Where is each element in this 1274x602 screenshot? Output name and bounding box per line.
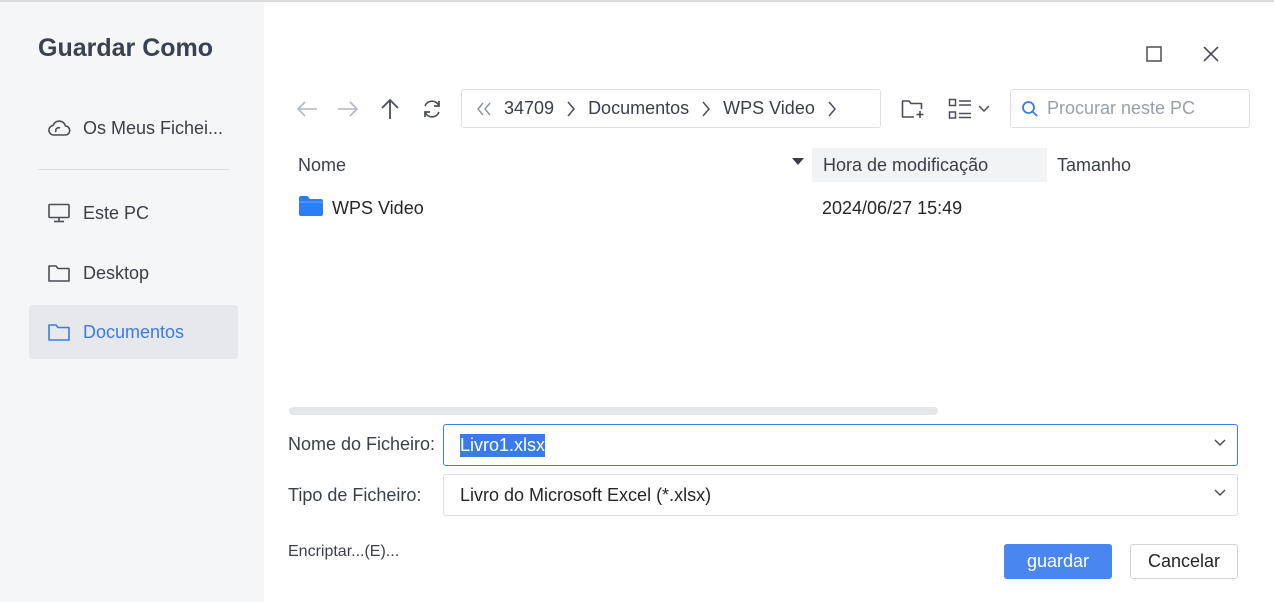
sidebar-item-this-pc[interactable]: Este PC (29, 186, 238, 240)
arrow-right-icon (338, 101, 359, 117)
breadcrumb-item[interactable]: Documentos (588, 98, 689, 119)
cancel-button[interactable]: Cancelar (1130, 544, 1238, 579)
sidebar-item-label: Os Meus Fichei... (83, 117, 224, 138)
view-mode-button[interactable] (946, 94, 992, 124)
sidebar-item-my-files[interactable]: Os Meus Fichei... (29, 101, 238, 155)
monitor-icon (47, 201, 71, 225)
chevron-right-icon[interactable] (827, 101, 837, 117)
sidebar-divider (38, 169, 229, 170)
chevron-down-icon (977, 105, 990, 113)
back-button[interactable] (292, 94, 322, 124)
sort-descending-icon[interactable] (792, 158, 804, 166)
chevron-right-icon (701, 101, 711, 117)
dialog-title: Guardar Como (38, 34, 214, 62)
folder-icon (47, 320, 71, 344)
save-as-dialog: Guardar Como Os Meus Fichei... Este PC D… (0, 0, 1274, 602)
breadcrumb: 34709 Documentos WPS Video (461, 89, 881, 128)
chevron-right-icon (566, 101, 576, 117)
breadcrumb-item[interactable]: WPS Video (723, 98, 815, 119)
file-row[interactable]: WPS Video 2024/06/27 15:49 (290, 190, 1250, 226)
chevron-down-icon (1214, 489, 1226, 497)
arrow-up-icon (381, 98, 399, 119)
file-modified: 2024/06/27 15:49 (822, 197, 963, 218)
filename-input[interactable]: Livro1.xlsx (443, 424, 1238, 466)
filename-value: Livro1.xlsx (460, 433, 546, 457)
up-button[interactable] (375, 94, 405, 124)
sidebar-item-desktop[interactable]: Desktop (29, 246, 238, 300)
save-button[interactable]: guardar (1004, 544, 1112, 579)
forward-button[interactable] (333, 94, 363, 124)
sidebar-item-label: Este PC (83, 202, 150, 223)
filetype-label: Tipo de Ficheiro: (288, 485, 422, 505)
double-chevron-left-icon[interactable] (476, 102, 492, 116)
refresh-button[interactable] (417, 94, 447, 124)
search-input[interactable] (1047, 98, 1237, 119)
file-name: WPS Video (332, 197, 424, 218)
column-header-name[interactable]: Nome (298, 148, 808, 182)
filetype-value: Livro do Microsoft Excel (*.xlsx) (460, 484, 712, 505)
filename-label: Nome do Ficheiro: (288, 434, 436, 454)
folder-icon (299, 196, 323, 216)
new-folder-button[interactable] (900, 94, 926, 124)
column-header-modified[interactable]: Hora de modificação (812, 148, 1047, 182)
arrow-left-icon (296, 101, 317, 117)
cloud-icon (47, 116, 71, 140)
filetype-select[interactable]: Livro do Microsoft Excel (*.xlsx) (443, 474, 1238, 516)
column-header-size[interactable]: Tamanho (1057, 148, 1207, 182)
sidebar-item-label: Documentos (83, 321, 185, 342)
maximize-button[interactable] (1140, 40, 1168, 68)
chevron-down-icon[interactable] (1213, 438, 1227, 448)
sidebar-item-documents[interactable]: Documentos (29, 305, 238, 359)
search-icon (1022, 100, 1038, 117)
close-icon (1203, 46, 1219, 62)
close-button[interactable] (1197, 40, 1225, 68)
maximize-icon (1146, 46, 1162, 62)
refresh-icon (424, 100, 440, 118)
list-view-icon (948, 98, 971, 119)
encrypt-link[interactable]: Encriptar...(E)... (288, 543, 399, 561)
sidebar-item-label: Desktop (83, 262, 150, 283)
horizontal-scrollbar[interactable] (289, 407, 938, 415)
breadcrumb-item[interactable]: 34709 (504, 98, 554, 119)
search-box (1010, 89, 1250, 128)
folder-icon (47, 261, 71, 285)
new-folder-icon (901, 100, 924, 118)
sidebar: Guardar Como Os Meus Fichei... Este PC D… (0, 2, 264, 602)
